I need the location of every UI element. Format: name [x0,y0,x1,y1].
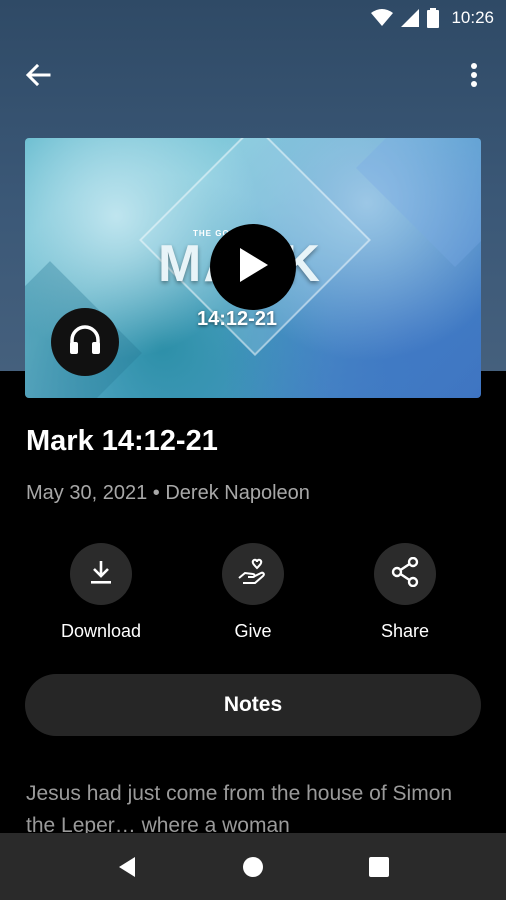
signal-icon [401,9,420,27]
notes-button[interactable]: Notes [25,674,481,736]
arrow-back-icon[interactable] [22,59,54,91]
status-time: 10:26 [451,8,494,27]
more-vert-icon[interactable] [458,59,490,91]
artwork-shape [356,138,481,267]
download-circle[interactable] [70,543,132,605]
sermon-title: Mark 14:12-21 [26,425,218,457]
sermon-artwork: THE GOSPEL OF MARK 14:12-21 [25,138,481,398]
meta-separator: • [152,482,160,504]
headphones-icon [68,324,102,361]
wifi-icon [371,9,394,27]
battery-icon [427,8,440,28]
sermon-date: May 30, 2021 [26,482,148,504]
download-button[interactable]: Download [36,543,166,642]
give-button[interactable]: Give [188,543,318,642]
play-icon [236,246,270,289]
nav-recents-icon[interactable] [349,833,409,900]
download-label: Download [60,621,142,641]
app-bar [0,50,506,98]
nav-back-icon[interactable] [97,833,157,900]
nav-home-icon[interactable] [223,833,283,900]
give-label: Give [234,621,272,641]
give-circle[interactable] [222,543,284,605]
share-icon [391,556,419,592]
download-icon [89,559,113,590]
share-label: Share [380,621,430,641]
status-bar: 10:26 [0,0,506,36]
action-row: Download Give Share [0,543,506,653]
share-button[interactable]: Share [340,543,470,642]
play-button[interactable] [210,224,296,310]
sermon-meta: May 30, 2021 • Derek Napoleon [26,482,310,505]
give-heart-hand-icon [237,558,269,591]
sermon-speaker: Derek Napoleon [165,482,310,504]
system-nav-bar [0,833,506,900]
audio-button[interactable] [51,308,119,376]
share-circle[interactable] [374,543,436,605]
artwork-reference: 14:12-21 [197,308,278,330]
